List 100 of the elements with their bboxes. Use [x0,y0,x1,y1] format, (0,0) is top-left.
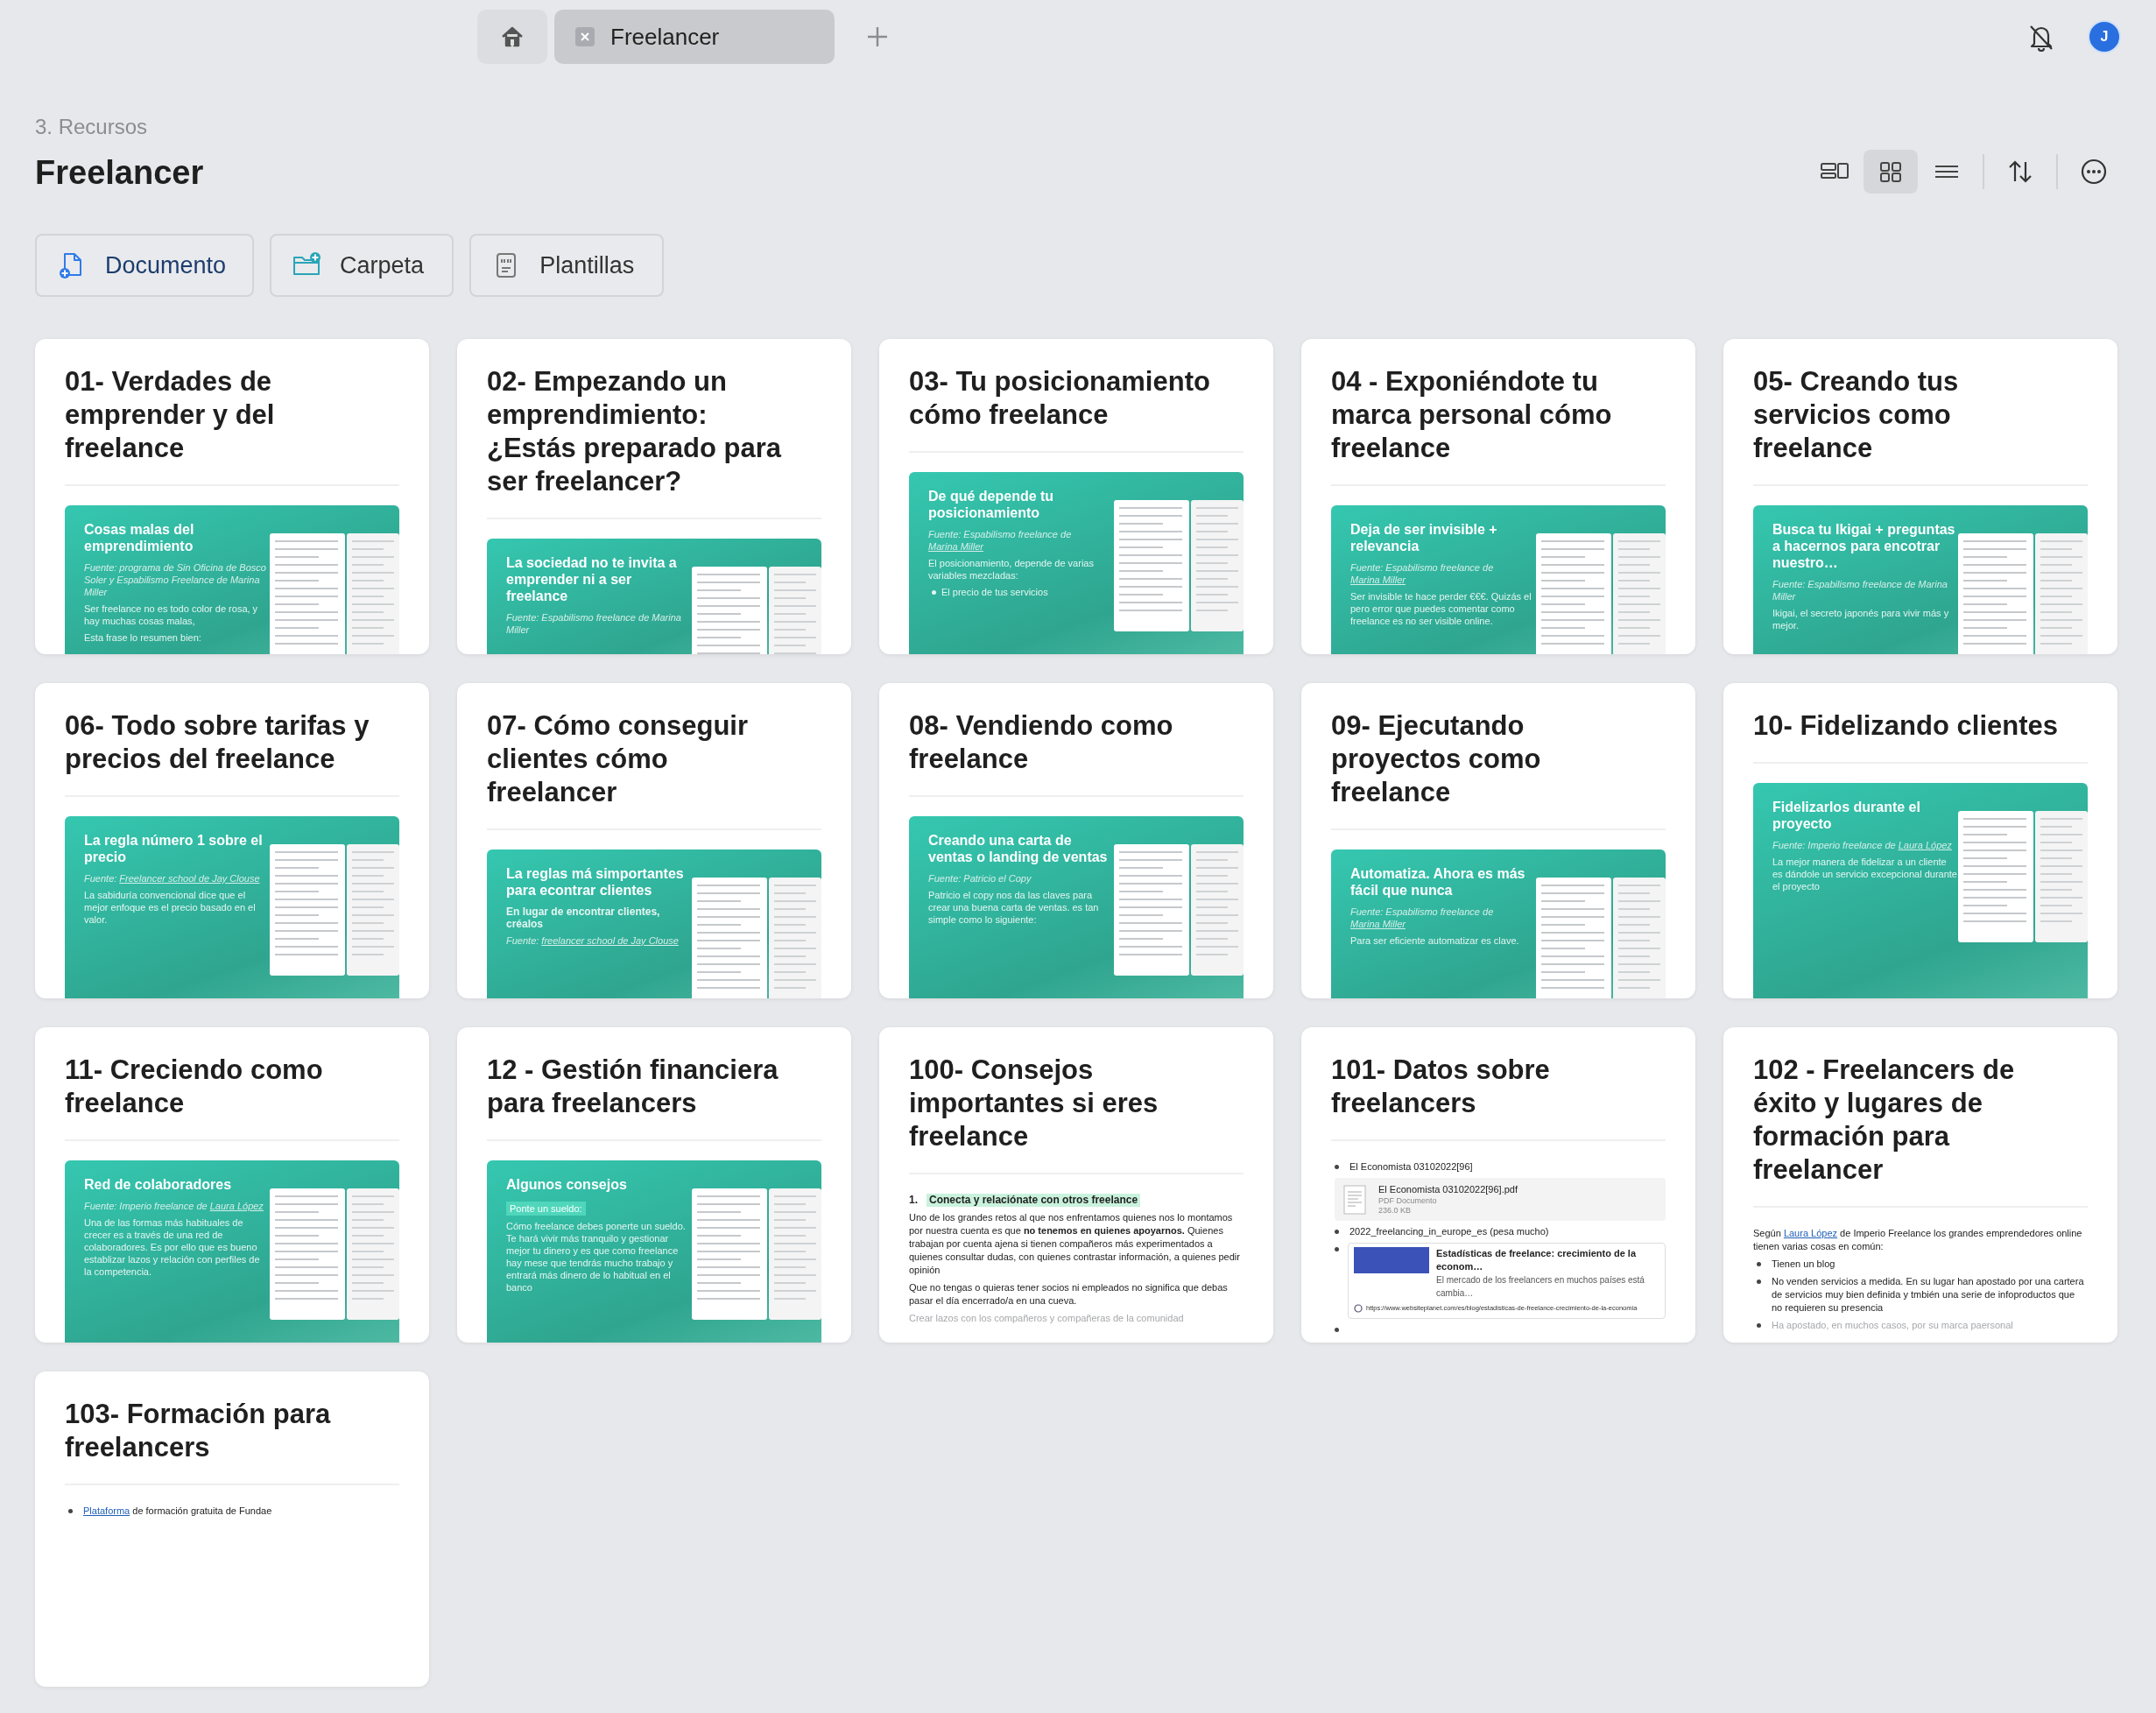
banner-heading: Fidelizarlos durante el proyecto [1772,799,1921,832]
body-text: Para ser eficiente automatizar es clave. [1350,934,1520,947]
bullet-item: Plataforma de formación gratuita de Fundae [83,1505,272,1518]
document-card[interactable] [879,339,1273,654]
view-toggle[interactable] [1864,150,1918,194]
source-text: Fuente: Espabilismo freelance de Marina Miller [506,611,682,636]
bullet-dot [1757,1323,1761,1328]
body-text: La mejor manera de fidelizar a un cliente es dándole un servicio excepcional durante el proyecto [1772,856,1958,892]
body-text: Ikigai, el secreto japonés para vivir más y mejor. [1772,607,1950,631]
bullet-item: No venden servicios a medida. En su lugar han apostado por una cartera de servicios muy bien definida y tmbién una serie de infoproductos que no requieren su presencia [1772,1275,2085,1315]
card-title: 08- Vendiendo como freelance [909,709,1174,776]
body-text: La sabiduría convencional dice que el mejor enfoque es el precio basado en el valor. [84,889,257,926]
document-card[interactable] [879,1027,1273,1343]
bullet-dot [1335,1328,1339,1332]
page-title: Freelancer [35,153,204,193]
file-size: 236.0 KB [1378,1206,1413,1216]
card-title: 102 - Freelancers de éxito y lugares de formación para freelancer [1753,1054,2016,1187]
bullet-dot [1335,1165,1339,1169]
card-title: 101- Datos sobre freelancers [1331,1054,1551,1120]
body-text: Una de las formas más habituales de crecer es a través de una red de colaboradores. Es por ello que es bueno establizar lazos y relación con perfiles de la competencia. [84,1216,261,1278]
link-description: El mercado de los freelancers en muchos países está cambia… [1436,1274,1645,1300]
link-title: Estadísticas de freelance: crecimiento de la econom… [1436,1247,1638,1273]
card-title: 103- Formación para freelancers [65,1398,332,1464]
banner-heading: La regla número 1 sobre el precio [84,832,264,865]
banner-heading: La sociedad no te invita a emprender ni a ser freelance [506,554,678,604]
body-text: Patricio el copy nos da las claves para crear una buena carta de ventas. es tan simple como lo siguiente: [928,889,1100,926]
file-attachment[interactable]: El Economista 03102022[96].pdf PDF Documento 236.0 KB [1335,1178,1666,1221]
body-text: Ser invisible te hace perder €€€. Quizás el pero error que puedes comentar como freelance es no ser visible online. [1350,590,1532,627]
banner-heading: Automatiza. Ahora es más fácil que nunca [1350,865,1526,899]
document-card[interactable] [1301,1027,1695,1343]
card-title: 05- Creando tus servicios como freelance [1753,365,1960,465]
paragraph: Según Laura López de Imperio Freelance los grandes emprendedores online tienen varias cosas en común: [1753,1227,2083,1253]
card-title: 02- Empezando un emprendimiento: ¿Estás preparado para ser freelancer? [487,365,783,498]
document-card[interactable]: 07- Cómo conseguir clientes cómo freelancer La reglas má simportantes para econtrar clientes En lugar de encontrar clientes, créalos Fuente: freelancer school de Jay Clouse [457,683,851,998]
file-name: El Economista 03102022[96].pdf [1378,1183,1518,1196]
paragraph: Uno de los grandes retos al que nos enfrentamos quienes nos lo montamos por nuestra cuenta es que no tenemos en quienes apoyarnos. Quienes trabajan por cuenta ajena si tienen compañeros más experimentados a quienes consultar dudas, con quienes contrastar información, a quienes pedir opinión [909,1211,1241,1277]
banner-heading: De qué depende tu posicionamiento [928,488,1055,521]
subheading: En lugar de encontrar clientes, créalos [506,906,661,930]
source-text: Fuente: Imperio freelance de Laura López [1772,839,1953,851]
card-title: 100- Consejos importantes si eres freelance [909,1054,1159,1153]
bullet-dot [1757,1262,1761,1266]
bullet-item: Tienen un blog [1772,1258,1835,1271]
source-text: Fuente: Imperio freelance de Laura López [84,1200,264,1212]
document-card[interactable] [1723,1027,2117,1343]
list-number: 1. [909,1194,918,1207]
bullet-item: 2022_freelancing_in_europe_es (pesa mucho) [1349,1225,1549,1238]
document-card[interactable]: 09- Ejecutando proyectos como freelance Automatiza. Ahora es más fácil que nunca Fuente: Espabilismo freelance de Marina Miller Para ser eficiente automatizar es clave. [1301,683,1695,998]
banner-heading: Algunos consejos [506,1176,628,1193]
bullet-dot [1757,1279,1761,1284]
new-folder-button[interactable]: Carpeta [270,234,454,297]
body-text: Cómo freelance debes ponerte un sueldo. Te hará vivir más tranquilo y gestionar mejor tu dinero y es que como freelance hay mese que tendrás mucho trabajo y entrará más dinero de lo habitual en el banco [506,1220,687,1294]
bullet-item: El precio de tus servicios [941,586,1048,598]
source-text: Fuente: Espabilismo freelance de Marina Miller [1350,561,1495,586]
plus-icon [866,25,889,48]
source-text: Fuente: Espabilismo freelance de Marina Miller [928,528,1073,553]
home-icon [500,25,525,48]
body-text: Ser freelance no es todo color de rosa, y hay muchas cosas malas, [84,603,259,627]
document-card[interactable]: 10- Fidelizando clientes Fidelizarlos durante el proyecto Fuente: Imperio freelance de Laura López La mejor manera de fidelizar a un cliente es dándole un servicio excepcional durante el proyecto [1723,683,2117,998]
document-card[interactable] [35,683,429,998]
highlight-tag: Ponte un sueldo: [506,1202,586,1216]
bullet-dot [1335,1247,1339,1251]
document-card[interactable]: 05- Creando tus servicios como freelance Busca tu Ikigai + preguntas a hacernos para encotrar nuestro… Fuente: Espabilismo freelance de Marina Miller Ikigai, el secreto japonés para vivir más y mejor. [1723,339,2117,654]
user-avatar[interactable]: J [2088,20,2121,53]
link-preview-card[interactable] [1348,1243,1666,1319]
close-icon [575,27,595,46]
banner-heading: Cosas malas del emprendimiento [84,521,195,554]
document-card[interactable] [1301,339,1695,654]
bullet-dot [68,1509,73,1513]
document-card[interactable] [457,1027,851,1343]
banner-heading: Deja de ser invisible + relevancia [1350,521,1498,554]
banner-heading: Red de colaboradores [84,1176,233,1193]
new-template-button[interactable]: Plantillas [469,234,665,297]
document-card[interactable]: 02- Empezando un emprendimiento: ¿Estás preparado para ser freelancer? La sociedad no te invita a emprender ni a ser freelance Fuente: Espabilismo freelance de Marina Miller [457,339,851,654]
banner-heading: Busca tu Ikigai + preguntas a hacernos para encotrar nuestro… [1772,521,1956,571]
file-type: PDF Documento [1378,1196,1438,1206]
card-title: 01- Verdades de emprender y del freelance [65,365,276,465]
text-link[interactable]: Laura López [1783,1228,1838,1238]
document-card[interactable] [35,339,429,654]
highlighted-heading: Conecta y relaciónate con otros freelance [927,1194,1141,1207]
card-title: 09- Ejecutando proyectos como freelance [1331,709,1542,809]
home-tab[interactable] [477,10,547,64]
bullet-dot [1335,1230,1339,1234]
banner-heading: Creando una carta de ventas o landing de ventas [928,832,1109,865]
source-text: Fuente: Patricio el Copy [928,872,1032,885]
document-card[interactable]: 103- Formación para freelancers Plataforma de formación gratuita de Fundae [35,1371,429,1687]
pdf-thumbnail-icon [1343,1184,1366,1215]
faded-paragraph: Crear lazos con los compañeros y compañeras de la comunidad [909,1312,1185,1325]
source-text: Fuente: programa de Sin Oficina de Bosco Soler y Espabilismo Freelance de Marina Miller [84,561,267,598]
new-document-button[interactable]: Documento [35,234,255,297]
document-card[interactable] [879,683,1273,998]
body-text: Esta frase lo resumen bien: [84,631,202,644]
faded-bullet-item: Ha apostado, en muchos casos, por su marca paersonal [1772,1319,2013,1332]
card-title: 04 - Exponiéndote tu marca personal cómo freelance [1331,365,1613,465]
card-title: 06- Todo sobre tarifas y precios del freelance [65,709,370,776]
banner-heading: La reglas má simportantes para econtrar clientes [506,865,685,899]
bullet-item: El Economista 03102022[96] [1349,1160,1473,1174]
tab[interactable]: Freelancer [554,10,835,64]
text-link[interactable]: Plataforma [83,1505,130,1516]
card-title: 10- Fidelizando clientes [1753,709,2059,743]
card-title: 11- Creciendo como freelance [65,1054,324,1120]
